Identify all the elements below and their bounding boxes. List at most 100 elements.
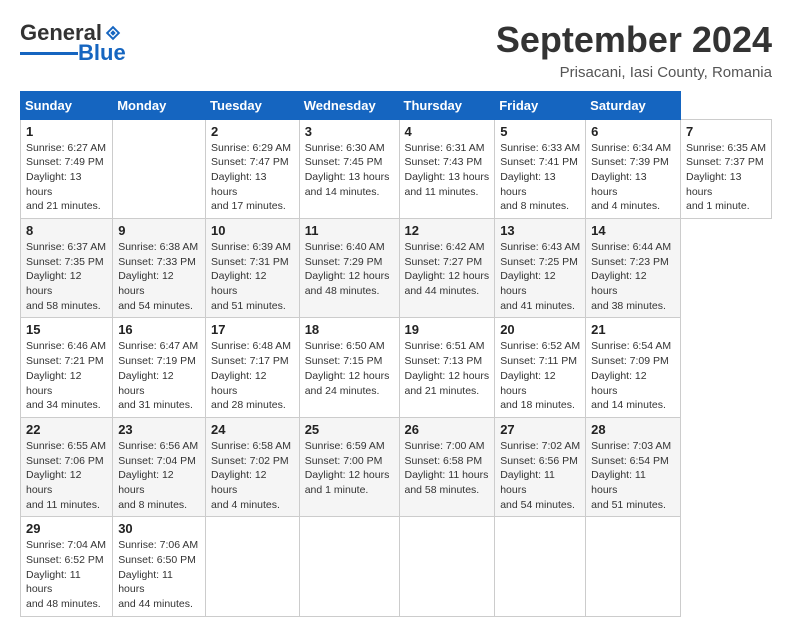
day-number: 12 (405, 223, 490, 238)
col-header-thursday: Thursday (399, 91, 495, 119)
day-info: Sunrise: 6:44 AM Sunset: 7:23 PM Dayligh… (591, 240, 675, 313)
calendar-cell: 6Sunrise: 6:34 AM Sunset: 7:39 PM Daylig… (586, 119, 681, 218)
day-number: 27 (500, 422, 580, 437)
location: Prisacani, Iasi County, Romania (496, 64, 772, 81)
day-number: 15 (26, 322, 107, 337)
calendar-week-row: 1 Sunrise: 6:27 AM Sunset: 7:49 PM Daylig… (21, 119, 772, 218)
calendar-cell: 4Sunrise: 6:31 AM Sunset: 7:43 PM Daylig… (399, 119, 495, 218)
day-number: 30 (118, 521, 200, 536)
calendar-cell (586, 517, 681, 616)
calendar-cell (206, 517, 300, 616)
title-area: September 2024 Prisacani, Iasi County, R… (496, 20, 772, 81)
calendar-cell: 15Sunrise: 6:46 AM Sunset: 7:21 PM Dayli… (21, 318, 113, 417)
day-info: Sunrise: 6:39 AM Sunset: 7:31 PM Dayligh… (211, 240, 294, 313)
calendar-cell: 24 Sunrise: 6:58 AM Sunset: 7:02 PM Dayli… (206, 417, 300, 516)
day-number: 13 (500, 223, 580, 238)
day-number: 7 (686, 124, 766, 139)
calendar-cell: 11 Sunrise: 6:40 AM Sunset: 7:29 PM Dayli… (299, 219, 399, 318)
calendar-cell: 5 Sunrise: 6:33 AM Sunset: 7:41 PM Daylig… (495, 119, 586, 218)
calendar-cell: 29Sunrise: 7:04 AM Sunset: 6:52 PM Dayli… (21, 517, 113, 616)
calendar-cell: 26Sunrise: 7:00 AM Sunset: 6:58 PM Dayli… (399, 417, 495, 516)
day-info: Sunrise: 6:47 AM Sunset: 7:19 PM Dayligh… (118, 339, 200, 412)
calendar-cell: 19 Sunrise: 6:51 AM Sunset: 7:13 PM Dayli… (399, 318, 495, 417)
day-number: 3 (305, 124, 394, 139)
page-header: General Blue September 2024 Prisacani, I… (20, 20, 772, 81)
logo: General Blue (20, 20, 126, 66)
calendar-cell: 7 Sunrise: 6:35 AM Sunset: 7:37 PM Daylig… (680, 119, 771, 218)
calendar-cell: 13 Sunrise: 6:43 AM Sunset: 7:25 PM Dayli… (495, 219, 586, 318)
calendar-cell (113, 119, 206, 218)
calendar-cell: 18 Sunrise: 6:50 AM Sunset: 7:15 PM Dayli… (299, 318, 399, 417)
day-info: Sunrise: 6:48 AM Sunset: 7:17 PM Dayligh… (211, 339, 294, 412)
calendar-week-row: 22 Sunrise: 6:55 AM Sunset: 7:06 PM Dayli… (21, 417, 772, 516)
calendar-cell: 28 Sunrise: 7:03 AM Sunset: 6:54 PM Dayli… (586, 417, 681, 516)
day-number: 10 (211, 223, 294, 238)
calendar-cell: 23Sunrise: 6:56 AM Sunset: 7:04 PM Dayli… (113, 417, 206, 516)
col-header-wednesday: Wednesday (299, 91, 399, 119)
calendar-week-row: 15Sunrise: 6:46 AM Sunset: 7:21 PM Dayli… (21, 318, 772, 417)
day-number: 1 (26, 124, 107, 139)
day-number: 9 (118, 223, 200, 238)
day-info: Sunrise: 7:03 AM Sunset: 6:54 PM Dayligh… (591, 439, 675, 512)
day-number: 20 (500, 322, 580, 337)
calendar-cell: 17 Sunrise: 6:48 AM Sunset: 7:17 PM Dayli… (206, 318, 300, 417)
day-info: Sunrise: 6:29 AM Sunset: 7:47 PM Dayligh… (211, 141, 294, 214)
calendar-cell: 3 Sunrise: 6:30 AM Sunset: 7:45 PM Daylig… (299, 119, 399, 218)
col-header-sunday: Sunday (21, 91, 113, 119)
calendar-cell: 14Sunrise: 6:44 AM Sunset: 7:23 PM Dayli… (586, 219, 681, 318)
day-info: Sunrise: 6:37 AM Sunset: 7:35 PM Dayligh… (26, 240, 107, 313)
month-title: September 2024 (496, 20, 772, 60)
calendar-table: SundayMondayTuesdayWednesdayThursdayFrid… (20, 91, 772, 617)
day-info: Sunrise: 6:35 AM Sunset: 7:37 PM Dayligh… (686, 141, 766, 214)
calendar-cell: 8Sunrise: 6:37 AM Sunset: 7:35 PM Daylig… (21, 219, 113, 318)
day-info: Sunrise: 6:54 AM Sunset: 7:09 PM Dayligh… (591, 339, 675, 412)
day-number: 25 (305, 422, 394, 437)
day-info: Sunrise: 6:30 AM Sunset: 7:45 PM Dayligh… (305, 141, 394, 200)
day-info: Sunrise: 6:50 AM Sunset: 7:15 PM Dayligh… (305, 339, 394, 398)
day-info: Sunrise: 6:58 AM Sunset: 7:02 PM Dayligh… (211, 439, 294, 512)
day-number: 18 (305, 322, 394, 337)
day-info: Sunrise: 6:43 AM Sunset: 7:25 PM Dayligh… (500, 240, 580, 313)
day-info: Sunrise: 7:06 AM Sunset: 6:50 PM Dayligh… (118, 538, 200, 611)
day-info: Sunrise: 6:40 AM Sunset: 7:29 PM Dayligh… (305, 240, 394, 299)
calendar-cell: 2 Sunrise: 6:29 AM Sunset: 7:47 PM Daylig… (206, 119, 300, 218)
day-number: 21 (591, 322, 675, 337)
day-info: Sunrise: 6:38 AM Sunset: 7:33 PM Dayligh… (118, 240, 200, 313)
calendar-header-row: SundayMondayTuesdayWednesdayThursdayFrid… (21, 91, 772, 119)
calendar-cell: 10 Sunrise: 6:39 AM Sunset: 7:31 PM Dayli… (206, 219, 300, 318)
col-header-friday: Friday (495, 91, 586, 119)
calendar-week-row: 8Sunrise: 6:37 AM Sunset: 7:35 PM Daylig… (21, 219, 772, 318)
day-info: Sunrise: 7:02 AM Sunset: 6:56 PM Dayligh… (500, 439, 580, 512)
day-info: Sunrise: 6:27 AM Sunset: 7:49 PM Dayligh… (26, 141, 107, 214)
calendar-cell: 30 Sunrise: 7:06 AM Sunset: 6:50 PM Dayli… (113, 517, 206, 616)
calendar-cell (495, 517, 586, 616)
day-number: 28 (591, 422, 675, 437)
col-header-tuesday: Tuesday (206, 91, 300, 119)
day-info: Sunrise: 6:42 AM Sunset: 7:27 PM Dayligh… (405, 240, 490, 299)
day-number: 26 (405, 422, 490, 437)
day-number: 17 (211, 322, 294, 337)
calendar-cell (299, 517, 399, 616)
day-number: 6 (591, 124, 675, 139)
day-number: 19 (405, 322, 490, 337)
day-number: 2 (211, 124, 294, 139)
calendar-week-row: 29Sunrise: 7:04 AM Sunset: 6:52 PM Dayli… (21, 517, 772, 616)
day-info: Sunrise: 6:59 AM Sunset: 7:00 PM Dayligh… (305, 439, 394, 498)
day-number: 5 (500, 124, 580, 139)
day-number: 11 (305, 223, 394, 238)
calendar-cell: 16 Sunrise: 6:47 AM Sunset: 7:19 PM Dayli… (113, 318, 206, 417)
day-info: Sunrise: 6:33 AM Sunset: 7:41 PM Dayligh… (500, 141, 580, 214)
day-info: Sunrise: 6:31 AM Sunset: 7:43 PM Dayligh… (405, 141, 490, 200)
calendar-cell: 1 Sunrise: 6:27 AM Sunset: 7:49 PM Daylig… (21, 119, 113, 218)
day-info: Sunrise: 6:51 AM Sunset: 7:13 PM Dayligh… (405, 339, 490, 398)
calendar-cell (399, 517, 495, 616)
day-number: 23 (118, 422, 200, 437)
col-header-saturday: Saturday (586, 91, 681, 119)
day-number: 22 (26, 422, 107, 437)
day-info: Sunrise: 6:52 AM Sunset: 7:11 PM Dayligh… (500, 339, 580, 412)
day-info: Sunrise: 6:55 AM Sunset: 7:06 PM Dayligh… (26, 439, 107, 512)
day-number: 24 (211, 422, 294, 437)
logo-blue: Blue (78, 40, 126, 66)
day-number: 16 (118, 322, 200, 337)
calendar-cell: 12 Sunrise: 6:42 AM Sunset: 7:27 PM Dayli… (399, 219, 495, 318)
